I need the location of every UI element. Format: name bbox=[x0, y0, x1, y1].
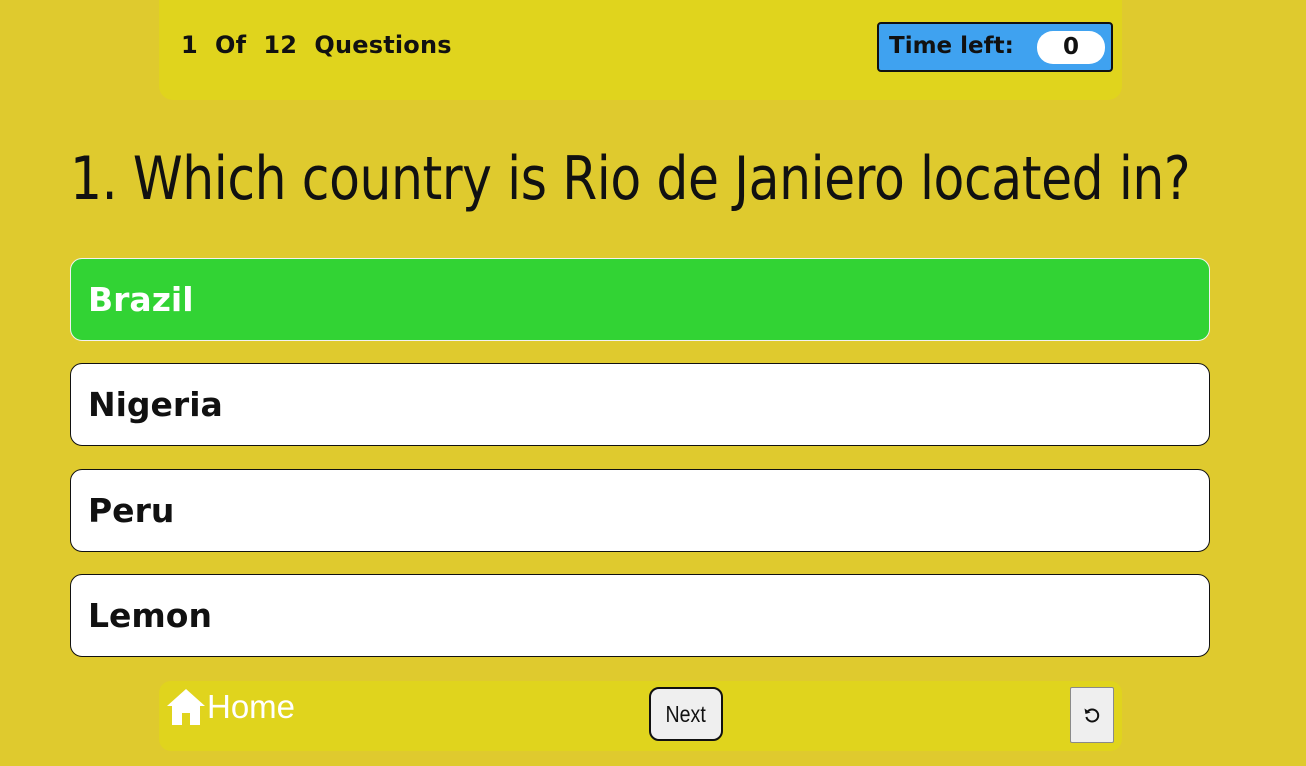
answer-option-nigeria[interactable]: Nigeria bbox=[70, 363, 1210, 446]
progress-label: Questions bbox=[314, 31, 452, 59]
answer-label: Brazil bbox=[88, 280, 194, 319]
answer-label: Nigeria bbox=[88, 385, 223, 424]
progress-of: Of bbox=[215, 31, 247, 59]
restart-button[interactable] bbox=[1070, 687, 1114, 743]
progress-current: 1 bbox=[181, 31, 198, 59]
answer-option-peru[interactable]: Peru bbox=[70, 469, 1210, 552]
next-button-label: Next bbox=[665, 701, 707, 727]
quiz-footer: Home Next bbox=[159, 681, 1122, 751]
question-text: 1. Which country is Rio de Janiero locat… bbox=[70, 144, 1191, 214]
answer-option-brazil[interactable]: Brazil bbox=[70, 258, 1210, 341]
answer-label: Lemon bbox=[88, 596, 212, 635]
timer-label: Time left: bbox=[889, 33, 1014, 59]
timer-box: Time left: 0 bbox=[877, 22, 1113, 72]
home-label: Home bbox=[207, 688, 296, 725]
home-link[interactable]: Home bbox=[165, 687, 295, 727]
restart-icon bbox=[1084, 708, 1100, 723]
progress-total: 12 bbox=[263, 31, 298, 59]
question-progress: 1 Of 12 Questions bbox=[181, 31, 452, 59]
next-button[interactable]: Next bbox=[649, 687, 723, 741]
quiz-header: 1 Of 12 Questions Time left: 0 bbox=[159, 0, 1122, 100]
answer-label: Peru bbox=[88, 491, 175, 530]
answer-option-lemon[interactable]: Lemon bbox=[70, 574, 1210, 657]
home-icon bbox=[167, 689, 205, 725]
timer-value: 0 bbox=[1037, 31, 1105, 64]
